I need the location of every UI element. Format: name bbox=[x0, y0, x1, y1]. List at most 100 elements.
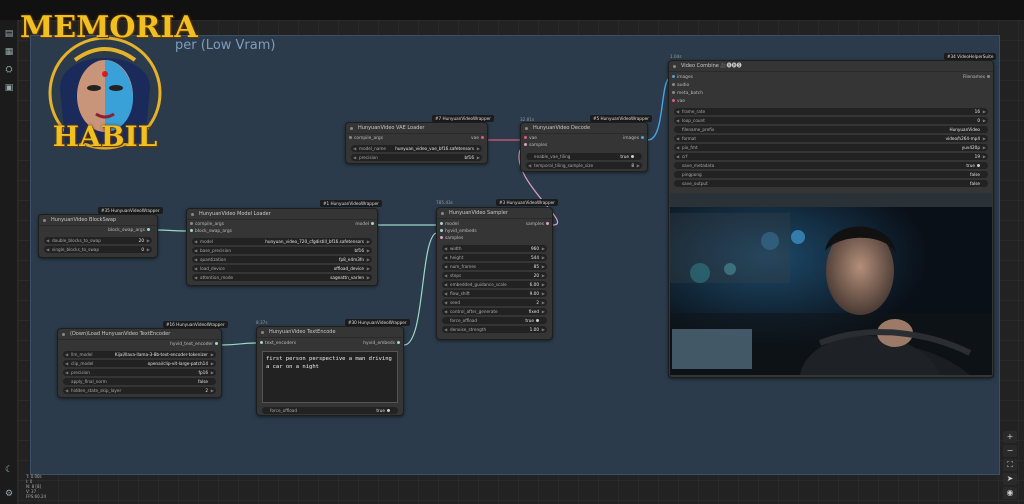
widget-format[interactable]: ◀ format video/h264-mp4 ▶ bbox=[674, 135, 988, 142]
widget-quantization[interactable]: ◀ quantization fp8_e4m3fn ▶ bbox=[192, 256, 372, 263]
text-encode-node[interactable]: HunyuanVideo TextEncode text_encoders hy… bbox=[256, 326, 404, 416]
prompt-textarea[interactable]: first person perspective a man driving a… bbox=[262, 351, 398, 403]
widget-control-after-generate[interactable]: ◀ control_after_generate fixed ▶ bbox=[442, 308, 547, 315]
channel-logo: MEMORIA HABIL bbox=[20, 8, 198, 158]
fit-view-icon[interactable]: ⛶ bbox=[1003, 459, 1017, 471]
logo-subtitle: HABIL bbox=[52, 120, 158, 153]
widget-crf[interactable]: ◀ crf 19 ▶ bbox=[674, 153, 988, 160]
widget-save-metadata[interactable]: save_metadata true bbox=[674, 162, 988, 169]
node-output[interactable]: model bbox=[355, 222, 376, 227]
blockswap-node[interactable]: HunyuanVideo BlockSwap block_swap_args ◀… bbox=[38, 214, 158, 258]
node-title[interactable]: HunyuanVideo BlockSwap bbox=[39, 215, 157, 226]
node-input[interactable]: vae bbox=[522, 136, 537, 141]
node-title[interactable]: (Down)Load HunyuanVideo TextEncoder bbox=[58, 329, 221, 340]
node-input[interactable]: samples bbox=[438, 236, 463, 241]
widget-pingpong[interactable]: pingpong false bbox=[674, 171, 988, 178]
widget-pix-fmt[interactable]: ◀ pix_fmt yuv420p ▶ bbox=[674, 144, 988, 151]
widget-label: format bbox=[682, 136, 696, 141]
widget-value: true bbox=[376, 408, 385, 413]
node-title[interactable]: HunyuanVideo TextEncode bbox=[257, 327, 403, 338]
node-input[interactable]: block_swap_args bbox=[188, 229, 232, 234]
input-label: text_encoders bbox=[265, 341, 297, 346]
widget-frame-rate[interactable]: ◀ frame_rate 16 ▶ bbox=[674, 108, 988, 115]
widget-temporal-tiling[interactable]: ◀ temporal_tiling_sample_size 8 ▶ bbox=[526, 162, 642, 169]
widget-seed[interactable]: ◀ seed 2 ▶ bbox=[442, 299, 547, 306]
widget-clip-model[interactable]: ◀ clip_model openai/clip-vit-large-patch14… bbox=[63, 360, 216, 367]
decode-node[interactable]: HunyuanVideo Decode vae samples images e… bbox=[520, 122, 648, 172]
node-title[interactable]: HunyuanVideo Model Loader bbox=[187, 209, 377, 220]
widget-label: frame_rate bbox=[682, 109, 706, 114]
node-title[interactable]: HunyuanVideo VAE Loader bbox=[346, 123, 487, 134]
widget-attention-mode[interactable]: ◀ attention_mode sageattn_varlen ▶ bbox=[192, 274, 372, 281]
widget-apply-final-norm[interactable]: apply_final_norm false bbox=[63, 378, 216, 385]
video-preview[interactable] bbox=[670, 193, 992, 375]
widget-model[interactable]: ◀ model hunyuan_video_720_cfgdistill_bf16.… bbox=[192, 238, 372, 245]
node-input[interactable]: model bbox=[438, 222, 459, 227]
toggle-link-visibility-icon[interactable]: ◉ bbox=[1003, 487, 1017, 499]
node-title[interactable]: HunyuanVideo Sampler bbox=[437, 208, 552, 219]
model-loader-node[interactable]: HunyuanVideo Model Loader compile_args b… bbox=[186, 208, 378, 286]
widget-loop-count[interactable]: ◀ loop_count 0 ▶ bbox=[674, 117, 988, 124]
widget-flow-shift[interactable]: ◀ flow_shift 9.00 ▶ bbox=[442, 290, 547, 297]
widget-load-device[interactable]: ◀ load_device offload_device ▶ bbox=[192, 265, 372, 272]
widget-hidden-state-skip[interactable]: ◀ hidden_state_skip_layer 2 ▶ bbox=[63, 387, 216, 394]
widget-guidance[interactable]: ◀ embedded_guidance_scale 6.00 ▶ bbox=[442, 281, 547, 288]
widget-save-output[interactable]: save_output false bbox=[674, 180, 988, 187]
widget-double-blocks[interactable]: ◀ double_blocks_to_swap 20 ▶ bbox=[44, 237, 152, 244]
widget-label: num_frames bbox=[450, 264, 477, 269]
node-input[interactable]: vae bbox=[670, 99, 685, 104]
node-output[interactable]: images bbox=[623, 136, 646, 141]
widget-label: control_after_generate bbox=[450, 309, 498, 314]
node-output[interactable]: hyvid_text_encoder bbox=[170, 342, 220, 347]
node-input[interactable]: compile_args bbox=[347, 136, 383, 141]
node-input[interactable]: audio bbox=[670, 83, 689, 88]
output-label: samples bbox=[525, 222, 544, 227]
widget-label: width bbox=[450, 246, 462, 251]
output-label: Filenames bbox=[962, 75, 985, 80]
node-input[interactable]: meta_batch bbox=[670, 91, 703, 96]
widget-value: 85 bbox=[533, 264, 539, 269]
node-input[interactable]: samples bbox=[522, 143, 547, 148]
widget-enable-vae-tiling[interactable]: enable_vae_tiling true bbox=[526, 153, 642, 160]
widget-label: attention_mode bbox=[200, 275, 234, 280]
vae-loader-node[interactable]: HunyuanVideo VAE Loader compile_args vae… bbox=[345, 122, 488, 164]
node-title[interactable]: HunyuanVideo Decode bbox=[521, 123, 647, 134]
logo-title: MEMORIA bbox=[20, 10, 198, 45]
node-title[interactable]: Video Combine 🎥🅥🅗🅢 bbox=[669, 61, 993, 72]
input-label: images bbox=[677, 75, 693, 80]
widget-width[interactable]: ◀ width 960 ▶ bbox=[442, 245, 547, 252]
sampler-node[interactable]: HunyuanVideo Sampler model hyvid_embeds … bbox=[436, 207, 553, 340]
widget-model-name[interactable]: ◀ model_name hunyuan_video_vae_bf16.safete… bbox=[351, 145, 482, 152]
output-label: vae bbox=[471, 136, 479, 141]
widget-height[interactable]: ◀ height 544 ▶ bbox=[442, 254, 547, 261]
node-input[interactable]: compile_args bbox=[188, 222, 224, 227]
widget-steps[interactable]: ◀ steps 20 ▶ bbox=[442, 272, 547, 279]
node-input[interactable]: text_encoders bbox=[258, 341, 296, 346]
text-encoder-loader-node[interactable]: (Down)Load HunyuanVideo TextEncoder hyvi… bbox=[57, 328, 222, 398]
widget-llm-model[interactable]: ◀ llm_model Kijai/llava-llama-3-8b-text-en… bbox=[63, 351, 216, 358]
link-images bbox=[647, 77, 671, 141]
node-output[interactable]: block_swap_args bbox=[108, 228, 152, 233]
node-output[interactable]: vae bbox=[471, 136, 486, 141]
node-input[interactable]: hyvid_embeds bbox=[438, 229, 477, 234]
zoom-in-icon[interactable]: + bbox=[1003, 431, 1017, 443]
widget-filename-prefix[interactable]: filename_prefix HunyuanVideo bbox=[674, 126, 988, 133]
widget-label: loop_count bbox=[682, 118, 705, 123]
zoom-out-icon[interactable]: − bbox=[1003, 445, 1017, 457]
input-label: model bbox=[445, 222, 459, 227]
select-mode-icon[interactable]: ➤ bbox=[1003, 473, 1017, 485]
widget-precision[interactable]: ◀ precision fp16 ▶ bbox=[63, 369, 216, 376]
widget-num-frames[interactable]: ◀ num_frames 85 ▶ bbox=[442, 263, 547, 270]
widget-value: hunyuan_video_720_cfgdistill_bf16.safete… bbox=[265, 239, 364, 244]
node-output[interactable]: Filenames bbox=[963, 75, 992, 80]
widget-force-offload[interactable]: force_offload true bbox=[262, 407, 398, 414]
node-output[interactable]: hyvid_embeds bbox=[363, 341, 402, 346]
node-input[interactable]: images bbox=[670, 75, 693, 80]
widget-base-precision[interactable]: ◀ base_precision bf16 ▶ bbox=[192, 247, 372, 254]
widget-denoise-strength[interactable]: ◀ denoise_strength 1.00 ▶ bbox=[442, 326, 547, 333]
widget-precision[interactable]: ◀ precision bf16 ▶ bbox=[351, 154, 482, 161]
node-output[interactable]: samples bbox=[526, 222, 551, 227]
widget-single-blocks[interactable]: ◀ single_blocks_to_swap 0 ▶ bbox=[44, 246, 152, 253]
node-timing: 785.43s bbox=[436, 200, 453, 205]
widget-force-offload[interactable]: force_offload true bbox=[442, 317, 547, 324]
